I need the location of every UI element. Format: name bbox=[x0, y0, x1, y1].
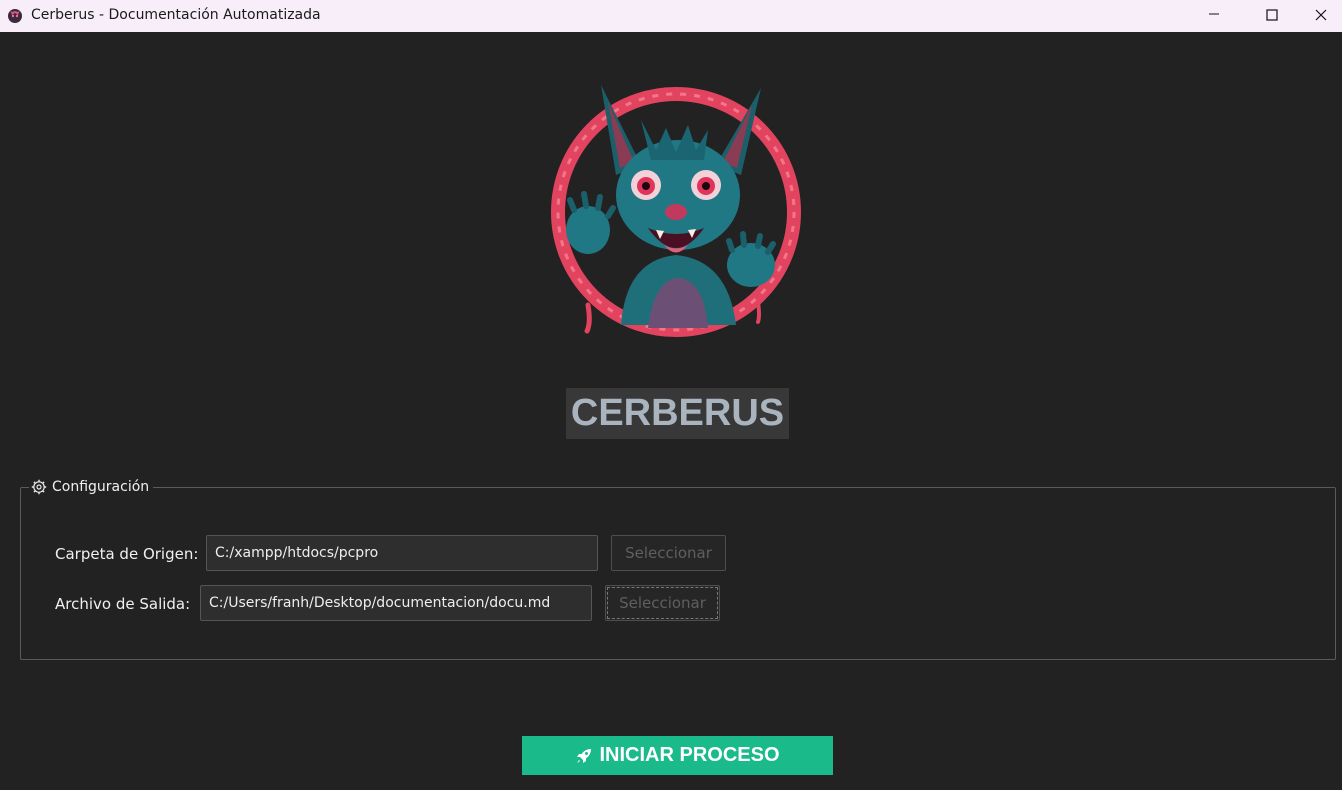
configuration-legend: Configuración bbox=[29, 477, 154, 497]
rocket-icon bbox=[577, 748, 592, 763]
start-process-label: INICIAR PROCESO bbox=[599, 744, 780, 766]
title-bar: Cerberus - Documentación Automatizada bbox=[0, 0, 1342, 32]
close-button[interactable] bbox=[1300, 0, 1342, 30]
app-heading: CERBERUS bbox=[566, 388, 789, 439]
configuration-legend-label: Configuración bbox=[52, 479, 150, 495]
output-file-input[interactable]: C:/Users/franh/Desktop/documentacion/doc… bbox=[200, 585, 592, 621]
source-folder-label: Carpeta de Origen: bbox=[55, 545, 199, 563]
source-folder-select-button[interactable]: Seleccionar bbox=[611, 535, 726, 571]
window-title: Cerberus - Documentación Automatizada bbox=[31, 7, 321, 23]
app-icon bbox=[8, 9, 22, 23]
configuration-group bbox=[20, 487, 1336, 660]
output-file-select-button[interactable]: Seleccionar bbox=[605, 585, 720, 621]
minimize-icon bbox=[1209, 13, 1219, 15]
gear-icon bbox=[31, 479, 47, 495]
minimize-button[interactable] bbox=[1185, 0, 1243, 30]
start-process-button[interactable]: INICIAR PROCESO bbox=[522, 736, 833, 775]
output-file-label: Archivo de Salida: bbox=[55, 595, 191, 613]
maximize-button[interactable] bbox=[1243, 0, 1301, 30]
maximize-icon bbox=[1266, 9, 1278, 21]
close-icon bbox=[1315, 9, 1327, 21]
source-folder-input[interactable]: C:/xampp/htdocs/pcpro bbox=[206, 535, 598, 571]
cerberus-logo bbox=[551, 85, 801, 337]
